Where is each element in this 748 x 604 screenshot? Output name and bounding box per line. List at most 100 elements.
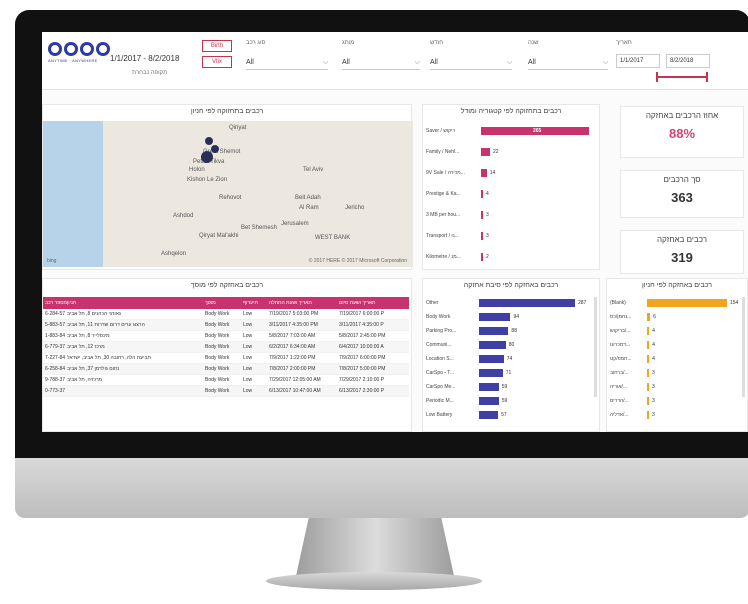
bar[interactable] <box>481 253 483 261</box>
table-cell: 0-773-37 <box>45 388 66 394</box>
bar-row[interactable]: Location S... 74 <box>423 353 595 365</box>
bar-row[interactable]: Low Battery 57 <box>423 409 595 421</box>
bar-row[interactable]: Body Work 94 <box>423 311 595 323</box>
chevron-down-icon: ⌵ <box>602 58 608 66</box>
column-header[interactable]: תאריך ושעת התחלה <box>269 300 339 306</box>
bar-row[interactable]: דמכרונו... 4 <box>607 339 743 351</box>
bar-value: 4 <box>652 356 655 362</box>
filter-year[interactable]: שנה All ⌵ <box>528 40 608 78</box>
filter-label: מותג <box>342 40 355 46</box>
bar[interactable] <box>647 355 650 363</box>
bar-row[interactable]: Prestige & Ka... 4 <box>423 188 601 200</box>
bar-row[interactable]: CarSpo - T... 71 <box>423 367 595 379</box>
table-row[interactable]: 0-773-37 Body Work Low 6/13/2017 10:47:00 A… <box>43 386 409 397</box>
logo-mark-icon <box>48 42 110 56</box>
column-header[interactable]: תיעדוף <box>243 300 269 306</box>
lot-scrollbar[interactable] <box>742 297 745 397</box>
bar-row[interactable]: (Blank) 154 <box>607 297 743 309</box>
bar[interactable] <box>479 383 499 391</box>
bar-label: Communi... <box>426 342 452 348</box>
table-cell: Low <box>243 311 253 317</box>
bar-row[interactable]: Transport / נו... 3 <box>423 230 601 242</box>
bar-row[interactable]: Kilometre / מנ... 2 <box>423 251 601 263</box>
bar-row[interactable]: הדרים/... 3 <box>607 395 743 407</box>
bar-value: 57 <box>501 412 507 418</box>
bar-row[interactable]: Other 287 <box>423 297 595 309</box>
column-header[interactable]: מוסך <box>205 300 243 306</box>
bar[interactable] <box>481 190 483 198</box>
bar[interactable] <box>647 341 650 349</box>
kpi-title: סך הרכבים <box>663 175 701 184</box>
column-header[interactable]: מספר רכב <box>43 300 67 306</box>
toggle-birth-button[interactable]: Birth <box>202 40 232 52</box>
bar[interactable] <box>647 299 727 307</box>
map-label: Rehovot <box>219 195 242 201</box>
bar-value: 4 <box>652 328 655 334</box>
filter-brand[interactable]: מותג All ⌵ <box>342 40 420 78</box>
end-date-input[interactable]: 8/2/2018 <box>666 54 710 68</box>
bar-row[interactable]: Communi... 80 <box>423 339 595 351</box>
location-pin-icon[interactable] <box>201 151 213 163</box>
start-date-input[interactable]: 1/1/2017 <box>616 54 660 68</box>
column-header[interactable]: תאריך ושעת סיום <box>339 300 409 306</box>
bar[interactable] <box>481 148 490 156</box>
filter-month[interactable]: חודש All ⌵ <box>430 40 512 78</box>
bar-row[interactable]: בריקוש/... 4 <box>607 325 743 337</box>
bar-row[interactable]: ברחוב/... 3 <box>607 367 743 379</box>
bar[interactable] <box>479 327 509 335</box>
bar[interactable] <box>479 341 506 349</box>
bar[interactable] <box>479 299 575 307</box>
bar-row[interactable]: CarSpo Me... 59 <box>423 381 595 393</box>
garage-table-panel: רכבים באחזקה לפי מוסך מספר רכב חניון מוס… <box>42 278 412 432</box>
toggle-vtix-button[interactable]: Vtix <box>202 56 232 68</box>
table-row[interactable]: 6-779-37 מרכז 12, תל אביב Body Work Low 6/2/… <box>43 342 409 353</box>
location-pin-icon[interactable] <box>211 145 219 153</box>
table-row[interactable]: 9-788-37 מרכזיה, תל אביב Body Work Low 7/29/… <box>43 375 409 386</box>
bar[interactable] <box>647 327 650 335</box>
bar[interactable] <box>647 313 651 321</box>
bar[interactable] <box>481 211 483 219</box>
bar[interactable] <box>647 369 649 377</box>
bar-value: 2 <box>486 254 489 260</box>
stage: ANYTIME · ANYWHERE 1/1/2017 - 8/2/2018 ת… <box>0 0 748 604</box>
bar-row[interactable]: Periodic M... 59 <box>423 395 595 407</box>
bar-row[interactable]: חמפ/קט... 4 <box>607 353 743 365</box>
bar-row[interactable]: אוריה/... 3 <box>607 381 743 393</box>
table-row[interactable]: 7-227-84 תביעת הלה, רחובה 30, תל אביב, יש… <box>43 353 409 364</box>
bar-value: 3 <box>652 398 655 404</box>
bar-value: 3 <box>486 212 489 218</box>
location-pin-icon[interactable] <box>205 137 213 145</box>
table-row[interactable]: 5-883-57 הרצוג ערים דרום שדרות 11, תל אבי… <box>43 320 409 331</box>
bar[interactable] <box>647 383 649 391</box>
bar[interactable] <box>479 355 504 363</box>
bar[interactable] <box>481 232 483 240</box>
table-row[interactable]: 1-883-84 מינסלייר 8, תל אביב Body Work Low 5… <box>43 331 409 342</box>
bar-row[interactable]: Family / Nehl... 22 <box>423 146 601 158</box>
bar-row[interactable]: 9V Sale / מכירה... 14 <box>423 167 601 179</box>
bar[interactable] <box>647 397 649 405</box>
filter-header: ANYTIME · ANYWHERE 1/1/2017 - 8/2/2018 ת… <box>42 32 748 90</box>
table-cell: 5/8/2017 7:03:00 AM <box>269 333 316 339</box>
bar-row[interactable]: Saver / ריקוש 265 <box>423 125 601 137</box>
bar[interactable] <box>647 411 649 419</box>
selected-date-caption: תקופה נבחרת <box>132 70 168 76</box>
table-row[interactable]: 6-284-57 גאורגי הכהנים 8, תל אביב Body Wor… <box>43 309 409 320</box>
bar-row[interactable]: נחמן/כס... 6 <box>607 311 743 323</box>
map-view[interactable]: Qiriyat Great Shemot Petah Tikva Holon K… <box>43 121 413 267</box>
map-label: Kishon Le Zion <box>187 177 228 183</box>
table-row[interactable]: 6-258-84 נחום גולדמן 37, תל אביב Body Work… <box>43 364 409 375</box>
bar[interactable] <box>479 411 499 419</box>
bar[interactable] <box>479 369 503 377</box>
bar[interactable] <box>479 397 499 405</box>
filter-vehicle-type[interactable]: סוג רכב All ⌵ <box>246 40 328 78</box>
bar[interactable] <box>481 169 487 177</box>
bar-value: 6 <box>653 314 656 320</box>
bar-row[interactable]: 3 MB per hou... 3 <box>423 209 601 221</box>
bar-value: 4 <box>486 191 489 197</box>
bar[interactable] <box>479 313 511 321</box>
reason-scrollbar[interactable] <box>594 297 597 397</box>
date-range-slider[interactable] <box>656 72 708 82</box>
bar-row[interactable]: אדליה/... 3 <box>607 409 743 421</box>
bar-row[interactable]: Parking Pro... 88 <box>423 325 595 337</box>
column-header[interactable]: חניון <box>67 300 205 306</box>
